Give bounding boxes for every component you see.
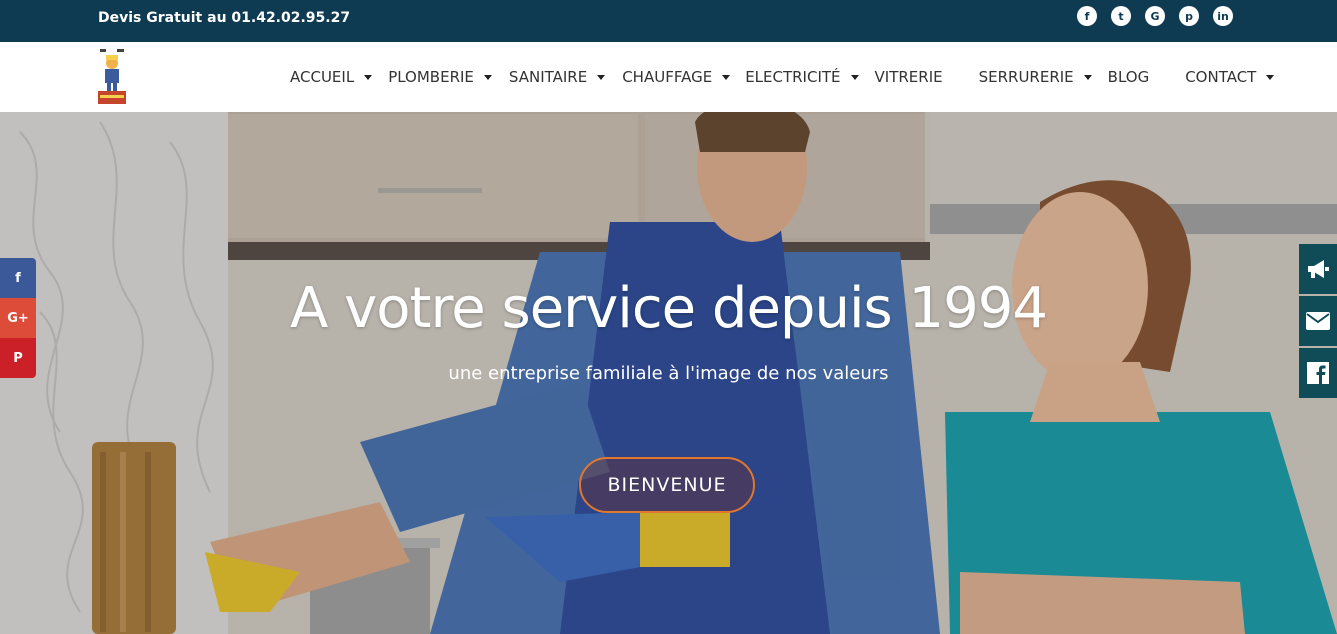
nav-label: CHAUFFAGE (622, 68, 713, 86)
top-bar: Devis Gratuit au 01.42.02.95.27 f t G p … (0, 0, 1337, 42)
nav-label: SERRURERIE (978, 68, 1074, 86)
chevron-down-icon (597, 74, 606, 80)
envelope-icon[interactable] (1299, 296, 1337, 346)
free-quote-phone[interactable]: Devis Gratuit au 01.42.02.95.27 (98, 10, 350, 26)
nav-chauffage[interactable]: CHAUFFAGE (622, 68, 731, 86)
nav-label: VITRERIE (874, 68, 943, 86)
linkedin-icon[interactable]: in (1213, 6, 1233, 26)
megaphone-icon[interactable] (1299, 244, 1337, 294)
bienvenue-button[interactable]: BIENVENUE (579, 457, 755, 513)
social-links: f t G p in (1077, 6, 1233, 26)
chevron-down-icon (722, 74, 731, 80)
facebook-icon[interactable] (1299, 348, 1337, 398)
hero-banner: A votre service depuis 1994 une entrepri… (0, 112, 1337, 634)
nav-label: PLOMBERIE (388, 68, 474, 86)
main-navbar: ACCUEIL PLOMBERIE SANITAIRE CHAUFFAGE EL… (0, 42, 1337, 112)
chevron-down-icon (1083, 74, 1092, 80)
share-google-plus-icon[interactable]: G+ (0, 298, 36, 338)
google-plus-icon[interactable]: G (1145, 6, 1165, 26)
nav-label: BLOG (1107, 68, 1150, 86)
share-sidebar: f G+ P (0, 258, 36, 378)
megaphone-glyph (1308, 260, 1329, 278)
chevron-down-icon (850, 74, 859, 80)
share-pinterest-icon[interactable]: P (0, 338, 36, 378)
chevron-down-icon (364, 74, 373, 80)
contact-widget-bar (1299, 244, 1337, 400)
company-logo[interactable] (97, 49, 127, 105)
facebook-glyph (1307, 362, 1329, 384)
facebook-icon[interactable]: f (1077, 6, 1097, 26)
nav-contact[interactable]: CONTACT (1185, 68, 1275, 86)
chevron-down-icon (483, 74, 492, 80)
nav-blog[interactable]: BLOG (1108, 68, 1150, 86)
main-menu: ACCUEIL PLOMBERIE SANITAIRE CHAUFFAGE EL… (290, 68, 1275, 86)
nav-sanitaire[interactable]: SANITAIRE (508, 68, 606, 86)
twitter-icon[interactable]: t (1111, 6, 1131, 26)
nav-label: SANITAIRE (508, 68, 588, 86)
nav-label: ELECTRICITÉ (745, 68, 841, 86)
nav-vitrerie[interactable]: VITRERIE (875, 68, 943, 86)
pinterest-icon[interactable]: p (1179, 6, 1199, 26)
nav-serrurerie[interactable]: SERRURERIE (979, 68, 1092, 86)
nav-label: CONTACT (1185, 68, 1257, 86)
nav-label: ACCUEIL (290, 68, 355, 86)
share-facebook-icon[interactable]: f (0, 258, 36, 298)
chevron-down-icon (1266, 74, 1275, 80)
hero-subtitle: une entreprise familiale à l'image de no… (448, 363, 889, 384)
hero-title: A votre service depuis 1994 (290, 276, 1048, 341)
nav-accueil[interactable]: ACCUEIL (290, 68, 373, 86)
nav-electricite[interactable]: ELECTRICITÉ (745, 68, 859, 86)
envelope-glyph (1306, 312, 1330, 330)
nav-plomberie[interactable]: PLOMBERIE (388, 68, 492, 86)
